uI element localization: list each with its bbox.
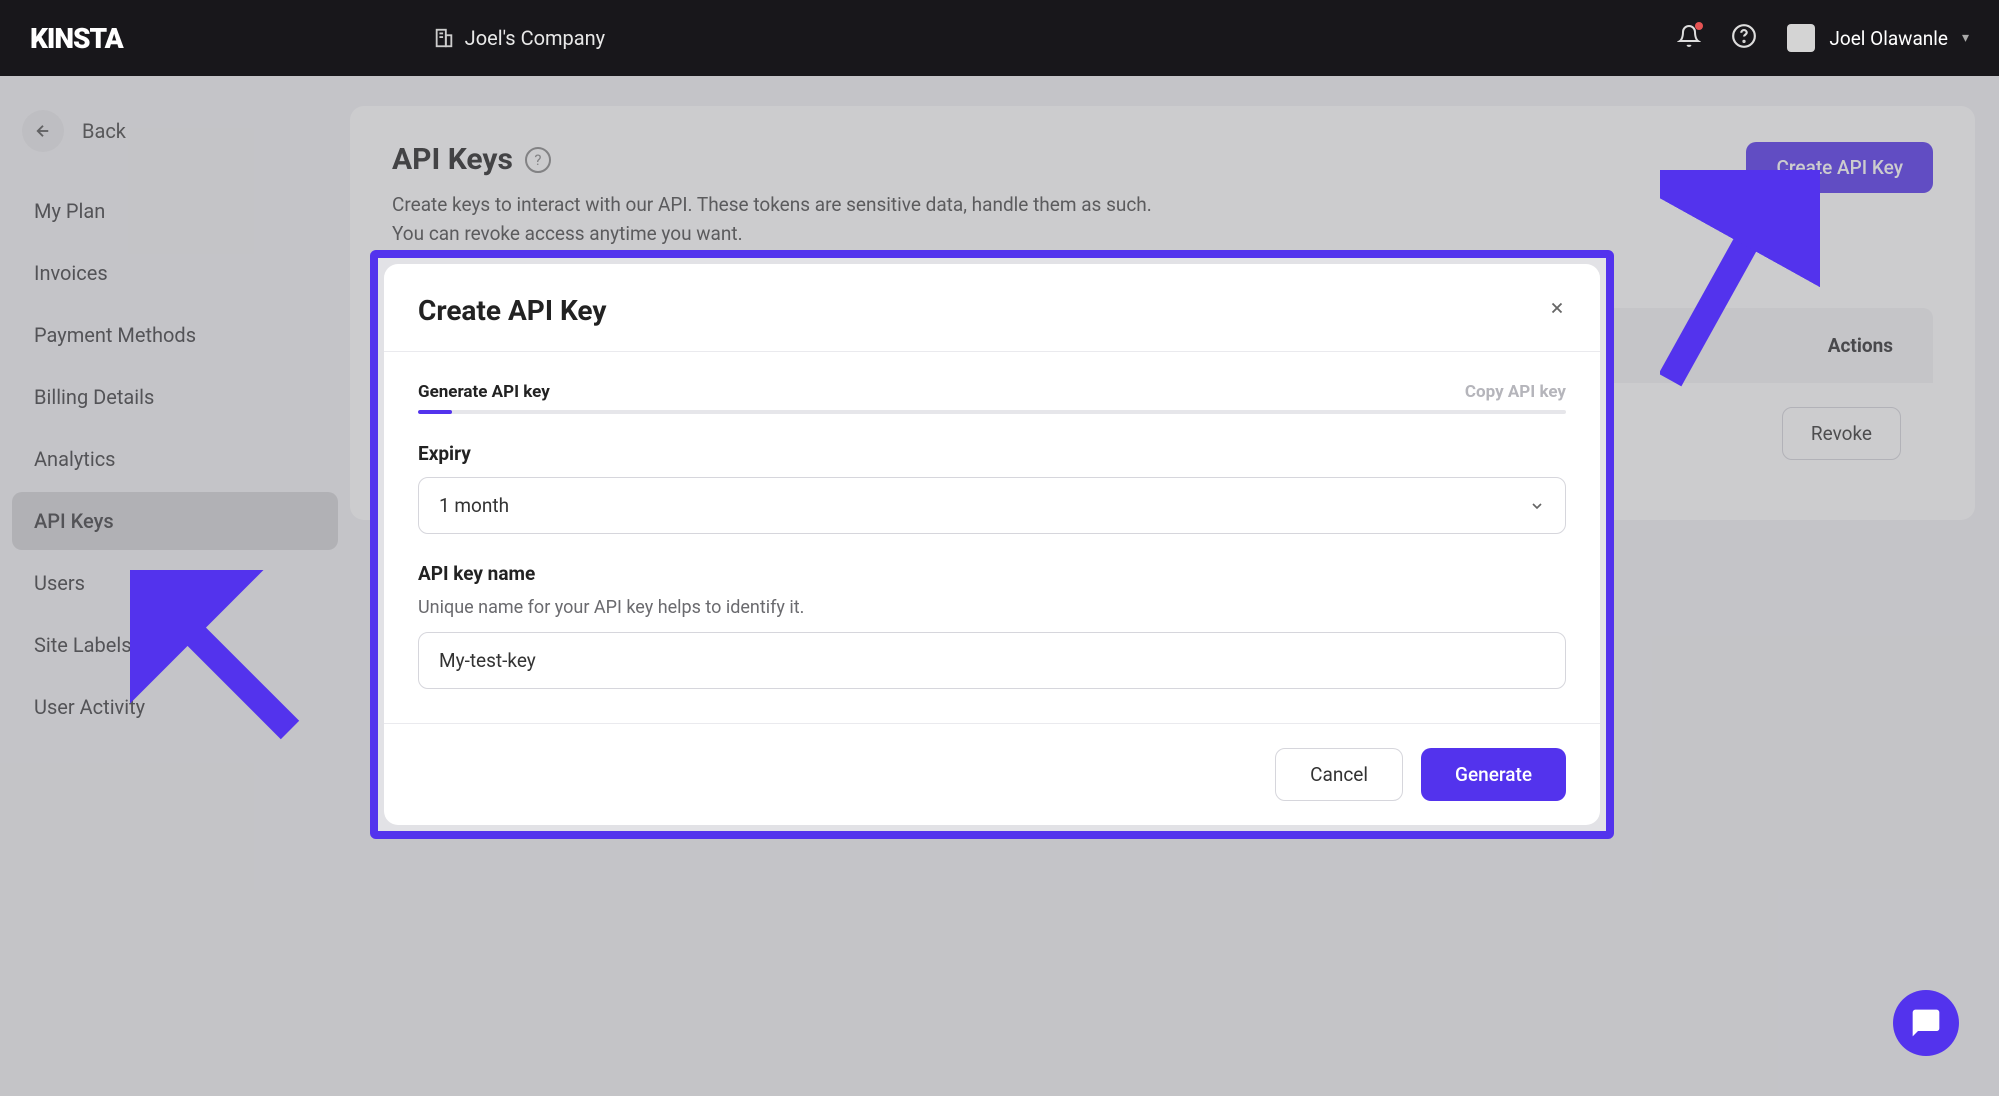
modal-close-button[interactable] bbox=[1548, 298, 1566, 323]
back-button[interactable] bbox=[22, 110, 64, 152]
step-progress-bar bbox=[418, 410, 1566, 414]
arrow-left-icon bbox=[34, 122, 52, 140]
company-name: Joel's Company bbox=[465, 26, 606, 50]
modal-highlight-frame: Create API Key Generate API key Copy API… bbox=[370, 250, 1614, 839]
generate-button[interactable]: Generate bbox=[1421, 748, 1566, 801]
notification-dot bbox=[1695, 22, 1703, 30]
cancel-button[interactable]: Cancel bbox=[1275, 748, 1403, 801]
page-subtitle: Create keys to interact with our API. Th… bbox=[392, 191, 1152, 248]
user-name: Joel Olawanle bbox=[1829, 27, 1948, 50]
step-copy: Copy API key bbox=[1465, 382, 1566, 402]
create-api-key-modal: Create API Key Generate API key Copy API… bbox=[384, 264, 1600, 825]
chevron-down-icon bbox=[1529, 498, 1545, 514]
step-indicator: Generate API key Copy API key bbox=[418, 382, 1566, 402]
notifications-button[interactable] bbox=[1677, 24, 1701, 52]
company-selector[interactable]: Joel's Company bbox=[433, 26, 606, 50]
back-label: Back bbox=[82, 119, 126, 143]
step-progress-fill bbox=[418, 410, 452, 414]
expiry-value: 1 month bbox=[439, 494, 509, 517]
sidebar-item-user-activity[interactable]: User Activity bbox=[12, 678, 338, 736]
page-title: API Keys bbox=[392, 142, 513, 177]
modal-title: Create API Key bbox=[418, 294, 606, 327]
help-button[interactable] bbox=[1731, 23, 1757, 53]
api-key-name-hint: Unique name for your API key helps to id… bbox=[418, 597, 1566, 618]
chat-icon bbox=[1910, 1007, 1942, 1039]
top-bar: KINSTA Joel's Company Joel Olawanle ▾ bbox=[0, 0, 1999, 76]
chevron-down-icon: ▾ bbox=[1962, 30, 1969, 46]
expiry-select[interactable]: 1 month bbox=[418, 477, 1566, 534]
sidebar: Back My Plan Invoices Payment Methods Bi… bbox=[0, 76, 350, 1096]
api-key-name-input[interactable] bbox=[418, 632, 1566, 689]
close-icon bbox=[1548, 299, 1566, 317]
building-icon bbox=[433, 27, 455, 49]
step-generate: Generate API key bbox=[418, 382, 550, 402]
sidebar-item-invoices[interactable]: Invoices bbox=[12, 244, 338, 302]
create-api-key-button[interactable]: Create API Key bbox=[1746, 142, 1933, 193]
chat-button[interactable] bbox=[1893, 990, 1959, 1056]
sidebar-item-my-plan[interactable]: My Plan bbox=[12, 182, 338, 240]
sidebar-item-analytics[interactable]: Analytics bbox=[12, 430, 338, 488]
column-header-actions: Actions bbox=[1828, 334, 1893, 357]
page-help-icon[interactable]: ? bbox=[525, 147, 551, 173]
user-menu[interactable]: Joel Olawanle ▾ bbox=[1787, 24, 1969, 52]
sidebar-item-site-labels[interactable]: Site Labels bbox=[12, 616, 338, 674]
sidebar-item-billing-details[interactable]: Billing Details bbox=[12, 368, 338, 426]
help-icon bbox=[1731, 23, 1757, 49]
api-key-name-label: API key name bbox=[418, 562, 1566, 585]
logo: KINSTA bbox=[30, 22, 123, 55]
sidebar-item-api-keys[interactable]: API Keys bbox=[12, 492, 338, 550]
revoke-button[interactable]: Revoke bbox=[1782, 407, 1901, 460]
avatar bbox=[1787, 24, 1815, 52]
expiry-label: Expiry bbox=[418, 442, 1566, 465]
sidebar-item-payment-methods[interactable]: Payment Methods bbox=[12, 306, 338, 364]
sidebar-item-users[interactable]: Users bbox=[12, 554, 338, 612]
